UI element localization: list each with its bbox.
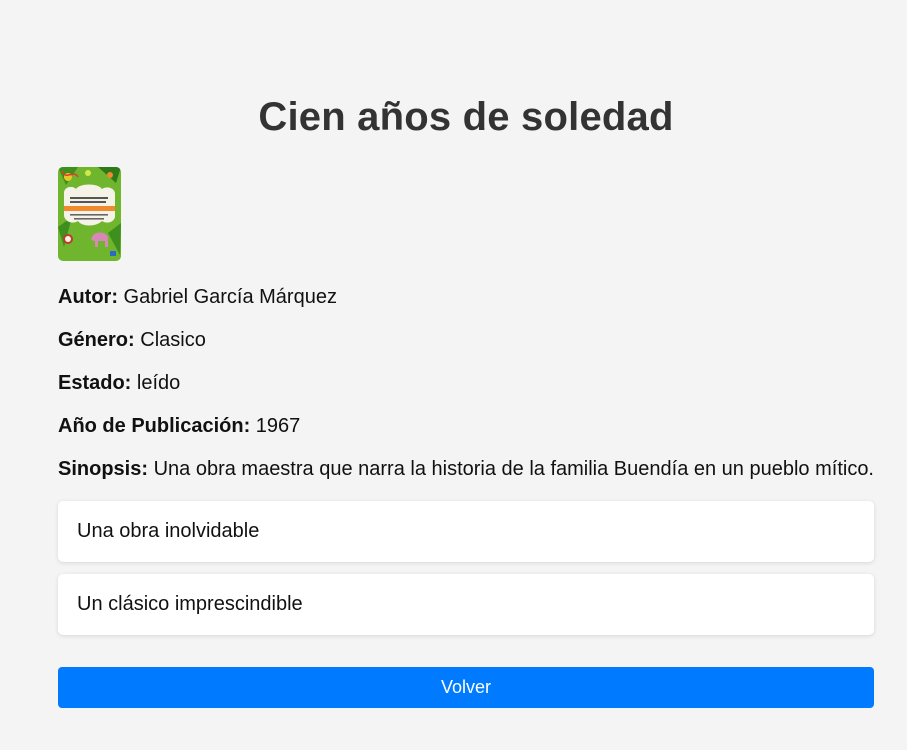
status-field: Estado: leído	[58, 371, 874, 395]
status-label: Estado:	[58, 372, 132, 394]
synopsis-value: Una obra maestra que narra la historia d…	[148, 458, 874, 480]
back-button[interactable]: Volver	[58, 667, 874, 708]
book-detail-container: Cien años de soledad Autor: Gabriel Garc…	[58, 0, 874, 708]
publication-year-field: Año de Publicación: 1967	[58, 414, 874, 438]
author-value: Gabriel García Márquez	[117, 286, 337, 308]
review-card: Un clásico imprescindible	[58, 574, 874, 635]
author-label: Autor:	[58, 286, 118, 308]
book-cover-image	[58, 167, 121, 261]
review-card: Una obra inolvidable	[58, 501, 874, 562]
page-title: Cien años de soledad	[258, 95, 674, 139]
book-detail-page: Cien años de soledad Autor: Gabriel Garc…	[0, 0, 907, 750]
author-field: Autor: Gabriel García Márquez	[58, 285, 874, 309]
publication-year-value: 1967	[250, 415, 301, 437]
genre-value: Clasico	[134, 329, 206, 351]
synopsis-field: Sinopsis: Una obra maestra que narra la …	[58, 457, 874, 481]
synopsis-label: Sinopsis:	[58, 458, 149, 480]
publication-year-label: Año de Publicación:	[58, 415, 251, 437]
genre-field: Género: Clasico	[58, 328, 874, 352]
status-value: leído	[131, 372, 181, 394]
genre-label: Género:	[58, 329, 135, 351]
reviews-list: Una obra inolvidable Un clásico impresci…	[58, 501, 874, 635]
